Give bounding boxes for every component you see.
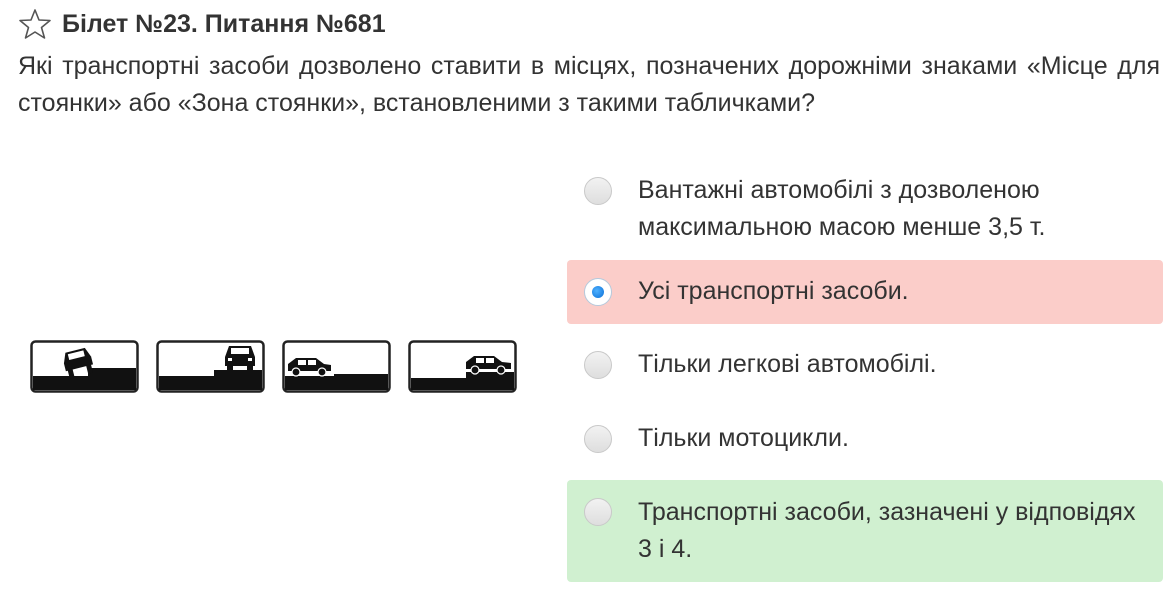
answer-text: Транспортні засоби, зазначені у відповід…: [638, 498, 1136, 563]
answer-option-5[interactable]: Транспортні засоби, зазначені у відповід…: [567, 480, 1163, 582]
answer-option-1[interactable]: Вантажні автомобілі з дозволеною максима…: [567, 160, 1163, 241]
sign-plate-1: [30, 340, 139, 393]
question-title: Білет №23. Питання №681: [62, 9, 386, 38]
radio-button[interactable]: [584, 498, 612, 526]
answer-option-2[interactable]: Усі транспортні засоби.: [567, 260, 1163, 324]
sign-plate-4: [408, 340, 517, 393]
question-header: Білет №23. Питання №681: [18, 6, 386, 42]
answer-text: Усі транспортні засоби.: [638, 277, 909, 305]
answer-option-4[interactable]: Тільки мотоцикли.: [567, 412, 1163, 464]
answer-text: Тільки мотоцикли.: [638, 424, 849, 452]
star-icon[interactable]: [18, 7, 52, 41]
answer-option-3[interactable]: Тільки легкові автомобілі.: [567, 338, 1163, 390]
radio-button[interactable]: [584, 177, 612, 205]
answer-text: Вантажні автомобілі з дозволеною максима…: [638, 176, 1046, 241]
question-text: Які транспортні засоби дозволено ставити…: [18, 52, 1160, 117]
radio-dot: [592, 286, 604, 298]
radio-button[interactable]: [584, 425, 612, 453]
sign-plates: [30, 340, 517, 393]
sign-plate-3: [282, 340, 391, 393]
radio-button[interactable]: [584, 351, 612, 379]
answer-text: Тільки легкові автомобілі.: [638, 350, 937, 378]
radio-button-selected[interactable]: [584, 278, 612, 306]
sign-plate-2: [156, 340, 265, 393]
